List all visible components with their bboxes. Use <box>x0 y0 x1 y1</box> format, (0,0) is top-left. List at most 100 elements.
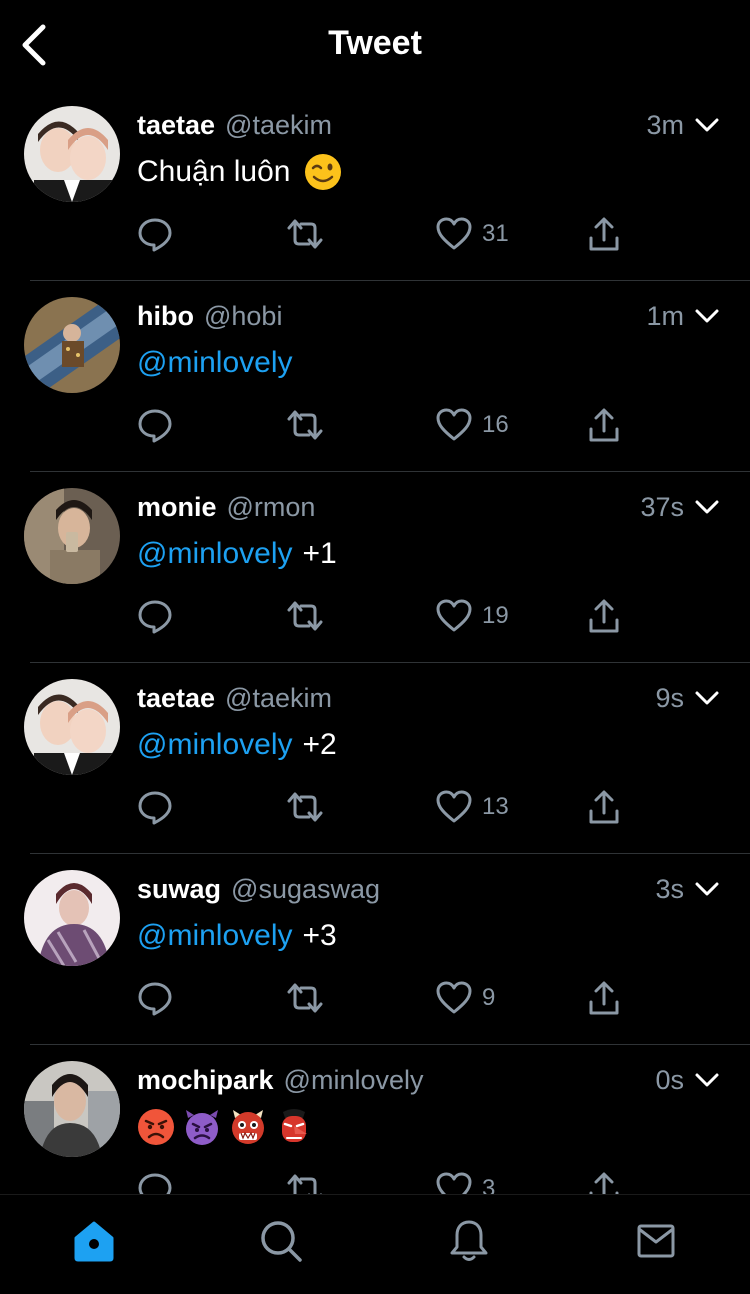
tweet-body: +1 <box>302 537 337 570</box>
share-icon <box>589 1172 619 1194</box>
retweet-button[interactable] <box>285 1171 325 1194</box>
tweet-item[interactable]: suwag @sugaswag 3s @minlovely +3 9 <box>0 854 750 1045</box>
tweet-text: Chuận luôn <box>137 152 342 192</box>
tweet-header: taetae @taekim 3m <box>137 108 720 142</box>
retweet-button[interactable] <box>285 216 325 252</box>
retweet-icon <box>287 983 323 1013</box>
chevron-down-icon[interactable] <box>694 876 720 902</box>
share-icon <box>589 217 619 251</box>
tab-search[interactable] <box>257 1217 305 1265</box>
tweet-text: @minlovely +2 <box>137 725 337 765</box>
like-button[interactable]: 19 <box>436 598 509 634</box>
retweet-button[interactable] <box>285 598 325 634</box>
share-button[interactable] <box>588 980 620 1016</box>
tab-notifications[interactable] <box>445 1217 493 1265</box>
tweet-actions: 13 <box>137 789 637 825</box>
mail-icon <box>637 1224 675 1258</box>
tweet-header: monie @rmon 37s <box>137 490 720 524</box>
timestamp: 9s <box>655 683 684 713</box>
reply-button[interactable] <box>137 598 173 634</box>
tab-home[interactable] <box>70 1217 118 1265</box>
avatar[interactable] <box>24 488 120 584</box>
display-name[interactable]: hibo <box>137 301 194 332</box>
tweet-item[interactable]: taetae @taekim 3m Chuận luôn 31 <box>0 90 750 281</box>
share-icon <box>589 408 619 442</box>
search-icon <box>261 1221 302 1262</box>
like-button[interactable]: 3 <box>436 1171 495 1194</box>
emoji-row <box>137 1108 313 1146</box>
winking-face-emoji-icon <box>305 154 342 190</box>
like-button[interactable]: 9 <box>436 980 495 1016</box>
retweet-icon <box>287 410 323 440</box>
avatar-image <box>24 679 120 775</box>
share-button[interactable] <box>588 216 620 252</box>
timestamp: 0s <box>655 1065 684 1095</box>
reply-button[interactable] <box>137 1171 173 1194</box>
tweet-item[interactable]: hibo @hobi 1m @minlovely 16 <box>0 281 750 472</box>
reply-icon <box>138 791 172 825</box>
timestamp: 3s <box>655 874 684 904</box>
mention-link[interactable]: @minlovely <box>137 343 293 383</box>
display-name[interactable]: taetae <box>137 110 215 141</box>
heart-icon <box>436 790 472 823</box>
tweet-actions: 16 <box>137 407 637 443</box>
reply-button[interactable] <box>137 980 173 1016</box>
reply-button[interactable] <box>137 407 173 443</box>
avatar[interactable] <box>24 297 120 393</box>
retweet-icon <box>287 219 323 249</box>
retweet-button[interactable] <box>285 407 325 443</box>
tweet-text: @minlovely <box>137 343 293 383</box>
like-button[interactable]: 13 <box>436 789 509 825</box>
tab-messages[interactable] <box>632 1217 680 1265</box>
display-name[interactable]: suwag <box>137 874 221 905</box>
like-button[interactable]: 16 <box>436 407 509 443</box>
like-count: 3 <box>482 1175 496 1194</box>
mention-link[interactable]: @minlovely <box>137 725 293 765</box>
avatar[interactable] <box>24 870 120 966</box>
avatar[interactable] <box>24 679 120 775</box>
tweet-item[interactable]: mochipark @minlovely 0s 3 <box>0 1045 750 1194</box>
like-button[interactable]: 31 <box>436 216 509 252</box>
timestamp: 1m <box>646 301 684 331</box>
retweet-icon <box>287 792 323 822</box>
user-handle: @taekim <box>225 682 332 713</box>
goblin-emoji-icon <box>282 1109 307 1142</box>
share-icon <box>589 981 619 1015</box>
tweet-text: @minlovely +3 <box>137 916 337 956</box>
share-button[interactable] <box>588 1171 620 1194</box>
reply-icon <box>138 218 172 252</box>
tweet-item[interactable]: taetae @taekim 9s @minlovely +2 13 <box>0 663 750 854</box>
chevron-down-icon[interactable] <box>694 112 720 138</box>
avatar-image <box>24 488 120 584</box>
chevron-down-icon[interactable] <box>694 303 720 329</box>
avatar[interactable] <box>24 1061 120 1157</box>
tweet-actions: 3 <box>137 1171 637 1194</box>
chevron-down-icon[interactable] <box>694 1067 720 1093</box>
tweet-actions: 9 <box>137 980 637 1016</box>
chevron-down-icon[interactable] <box>694 685 720 711</box>
display-name[interactable]: taetae <box>137 683 215 714</box>
display-name[interactable]: monie <box>137 492 217 523</box>
reply-icon <box>138 600 172 634</box>
mention-link[interactable]: @minlovely <box>137 916 293 956</box>
share-button[interactable] <box>588 598 620 634</box>
mention-link[interactable]: @minlovely <box>137 534 293 574</box>
display-name[interactable]: mochipark <box>137 1065 274 1096</box>
bottom-tab-bar <box>0 1194 750 1294</box>
top-bar: Tweet <box>0 0 750 90</box>
retweet-button[interactable] <box>285 789 325 825</box>
reply-list[interactable]: taetae @taekim 3m Chuận luôn 31 hibo @ho… <box>0 90 750 1194</box>
tweet-item[interactable]: monie @rmon 37s @minlovely +1 19 <box>0 472 750 663</box>
reply-button[interactable] <box>137 789 173 825</box>
retweet-icon <box>287 601 323 631</box>
share-button[interactable] <box>588 789 620 825</box>
tweet-header: suwag @sugaswag 3s <box>137 872 720 906</box>
chevron-down-icon[interactable] <box>694 494 720 520</box>
like-count: 16 <box>482 411 509 438</box>
reply-button[interactable] <box>137 216 173 252</box>
avatar[interactable] <box>24 106 120 202</box>
avatar-image <box>24 870 120 966</box>
share-button[interactable] <box>588 407 620 443</box>
retweet-button[interactable] <box>285 980 325 1016</box>
share-icon <box>589 599 619 633</box>
